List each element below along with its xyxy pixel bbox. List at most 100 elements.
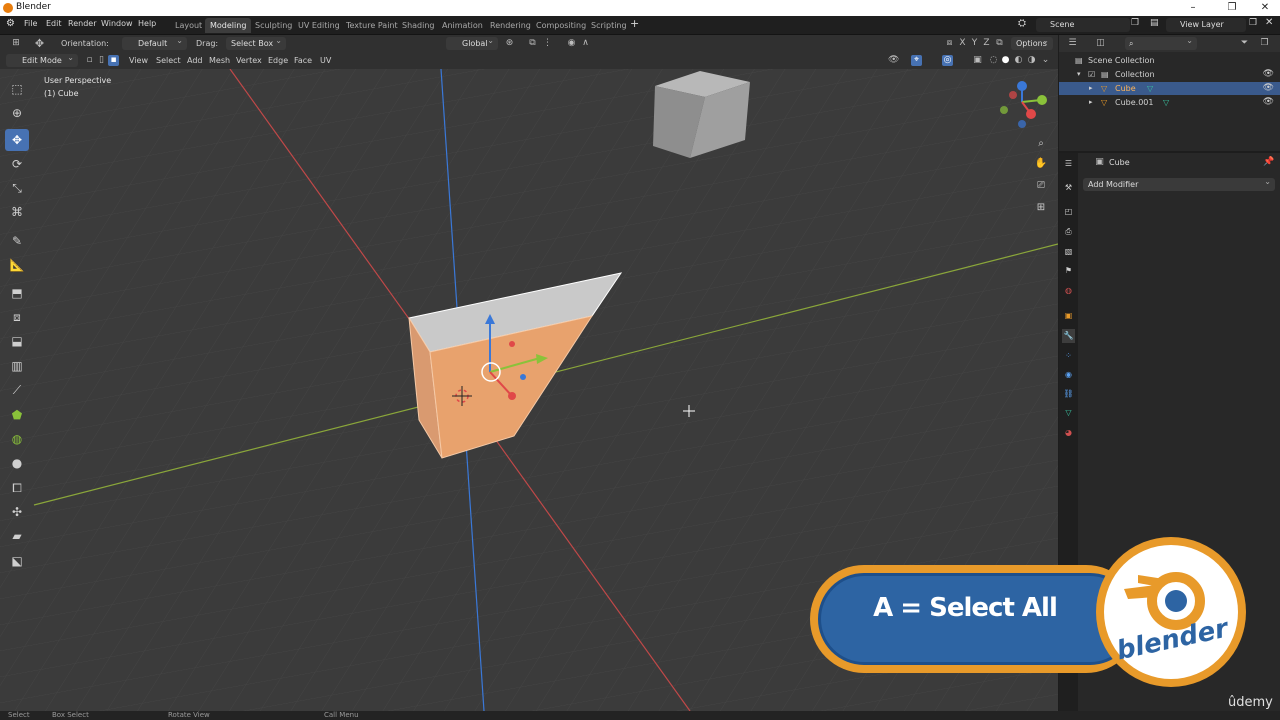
inset-tool-icon[interactable]: ⧈ [5,306,29,328]
edge-select-icon[interactable]: ▯ [96,55,107,66]
shear-tool-icon[interactable]: ▰ [5,525,29,547]
eye-icon[interactable]: 👁 [1263,96,1274,109]
ortho-toggle-icon[interactable]: ⊞ [1032,199,1050,217]
expand-icon[interactable]: ▾ [1077,68,1081,81]
select-box-tool-icon[interactable]: ⬚ [5,78,29,100]
minimize-icon[interactable]: – [1180,0,1206,16]
menu-help[interactable]: Help [138,19,156,28]
filter-icon[interactable]: ⏷ [1239,38,1250,49]
new-view-layer-icon[interactable]: ❐ [1249,18,1257,28]
menu-view[interactable]: View [129,56,148,65]
add-workspace-icon[interactable]: + [630,17,639,30]
view-layer-tab-icon[interactable]: ▧ [1062,245,1075,259]
menu-vertex[interactable]: Vertex [236,56,262,65]
cursor-tool-icon[interactable]: ⊕ [5,102,29,124]
eye-icon[interactable]: 👁 [1263,82,1274,95]
wireframe-shading-icon[interactable]: ◌ [988,55,999,66]
tab-scripting[interactable]: Scripting [586,18,632,33]
knife-tool-icon[interactable]: ⟋ [5,379,29,401]
new-collection-icon[interactable]: ❐ [1259,38,1270,49]
close-icon[interactable]: ✕ [1252,0,1278,16]
drag-dropdown[interactable]: Select Box [226,34,286,50]
tab-layout[interactable]: Layout [170,18,207,33]
auto-merge-icon[interactable]: ⧉ [994,38,1005,49]
menu-face[interactable]: Face [294,56,312,65]
options-dropdown[interactable]: Options [1011,34,1053,50]
menu-add[interactable]: Add [187,56,203,65]
axis-x-toggle[interactable]: X [957,38,968,49]
outliner-editor-icon[interactable]: ☰ [1067,38,1078,49]
vertex-select-icon[interactable]: ▫ [84,55,95,66]
rip-tool-icon[interactable]: ⬕ [5,550,29,572]
mode-dropdown[interactable]: Edit Mode [6,51,78,67]
poly-build-tool-icon[interactable]: ⬟ [5,404,29,426]
tab-rendering[interactable]: Rendering [485,18,536,33]
annotate-tool-icon[interactable]: ✎ [5,230,29,252]
outliner-item-cube[interactable]: ▸ ▽ Cube ▽ 👁 [1059,82,1280,95]
pin-icon[interactable]: 📌 [1263,157,1274,168]
menu-window[interactable]: Window [101,19,133,28]
bevel-tool-icon[interactable]: ⬓ [5,330,29,352]
menu-edit[interactable]: Edit [46,19,62,28]
add-modifier-dropdown[interactable]: Add Modifier [1083,175,1275,191]
move-tool-icon[interactable]: ✥ [34,38,45,49]
shrink-fatten-tool-icon[interactable]: ✣ [5,501,29,523]
scene-tab-icon[interactable]: ⚑ [1062,264,1075,278]
pan-icon[interactable]: ✋ [1032,155,1050,173]
new-scene-icon[interactable]: ❐ [1131,18,1139,28]
expand-icon[interactable]: ▸ [1089,82,1093,95]
menu-edge[interactable]: Edge [268,56,288,65]
tab-animation[interactable]: Animation [437,18,488,33]
particles-tab-icon[interactable]: ⁘ [1062,349,1075,363]
edge-slide-tool-icon[interactable]: ⧠ [5,477,29,499]
solid-shading-icon[interactable]: ● [1000,55,1011,66]
constraints-tab-icon[interactable]: ⛓ [1062,387,1075,401]
pivot-point-icon[interactable]: ⊛ [504,38,515,49]
checkbox-icon[interactable]: ☑ [1088,68,1095,81]
shading-options-icon[interactable]: ⌄ [1040,55,1051,66]
proportional-edit-icon[interactable]: ◉ [566,38,577,49]
transform-orientation-dropdown[interactable]: Global [446,34,498,50]
expand-icon[interactable]: ▸ [1089,96,1093,109]
extrude-tool-icon[interactable]: ⬒ [5,282,29,304]
gizmo-icon[interactable]: ⌖ [911,55,922,66]
tab-sculpting[interactable]: Sculpting [250,18,297,33]
menu-uv[interactable]: UV [320,56,331,65]
menu-file[interactable]: File [24,19,37,28]
measure-tool-icon[interactable]: 📐 [5,254,29,276]
scene-field[interactable]: Scene [1036,18,1130,32]
display-mode-icon[interactable]: ◫ [1095,38,1106,49]
camera-view-icon[interactable]: ⎚ [1032,177,1050,195]
orientation-dropdown[interactable]: Default [122,34,187,50]
material-shading-icon[interactable]: ◐ [1013,55,1024,66]
object-tab-icon[interactable]: ▣ [1062,309,1075,323]
outliner-collection[interactable]: ▾ ☑ ▤ Collection 👁 [1059,68,1280,81]
snap-target-icon[interactable]: ⋮ [542,38,553,49]
editor-type-icon[interactable]: ⊞ [8,38,24,49]
menu-render[interactable]: Render [68,19,96,28]
rotate-tool-icon[interactable]: ⟳ [5,153,29,175]
view-layer-icon[interactable]: ▤ [1150,18,1159,28]
modifier-tab-icon[interactable]: 🔧 [1062,329,1075,343]
rendered-shading-icon[interactable]: ◑ [1026,55,1037,66]
scene-icon[interactable]: ⛭ [1018,18,1026,29]
axis-y-toggle[interactable]: Y [969,38,980,49]
view-layer-field[interactable]: View Layer [1166,18,1246,32]
outliner-scene-collection[interactable]: ▤ Scene Collection [1059,54,1280,67]
outliner-item-cube-001[interactable]: ▸ ▽ Cube.001 ▽ 👁 [1059,96,1280,109]
loop-cut-tool-icon[interactable]: ▥ [5,355,29,377]
snap-icon[interactable]: ⧉ [527,38,538,49]
data-tab-icon[interactable]: ▽ [1062,406,1075,420]
world-tab-icon[interactable]: ◍ [1062,284,1075,298]
blender-menu-icon[interactable]: ⚙ [6,18,15,29]
mirror-icon[interactable]: ⧈ [944,38,955,49]
tab-compositing[interactable]: Compositing [531,18,591,33]
scale-tool-icon[interactable]: ⤡ [5,177,29,199]
falloff-icon[interactable]: ∧ [580,38,591,49]
zoom-icon[interactable]: ⌕ [1032,135,1050,153]
visibility-icon[interactable]: 👁 [888,55,899,66]
tab-modeling[interactable]: Modeling [205,18,252,33]
output-tab-icon[interactable]: ⎙ [1062,225,1075,239]
properties-editor-icon[interactable]: ☰ [1062,157,1075,171]
menu-mesh[interactable]: Mesh [209,56,230,65]
